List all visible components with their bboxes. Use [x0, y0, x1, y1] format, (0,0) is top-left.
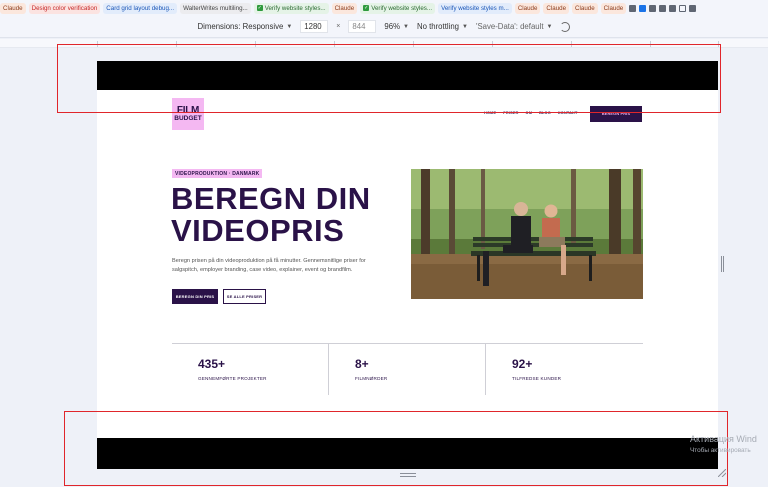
see-all-prices-button[interactable]: SE ALLE PRISER: [223, 289, 266, 304]
stat-film-nerds: 8+ FILMNØRDER: [328, 343, 485, 395]
bookmark-label: Verify website styles m...: [441, 4, 509, 12]
watermark-line2: Чтобы активировать: [690, 447, 751, 454]
bookmark-label: Design color verification: [31, 4, 98, 12]
save-data-dropdown[interactable]: 'Save-Data': default ▼: [476, 22, 553, 31]
throttling-dropdown[interactable]: No throttling ▼: [417, 22, 468, 31]
bookmark-item[interactable]: Claude: [331, 2, 358, 14]
resize-handle-right[interactable]: [721, 256, 724, 272]
times-label: ×: [336, 23, 341, 30]
stat-label: FILMNØRDER: [355, 376, 388, 381]
bookmark-folder-icon[interactable]: [649, 4, 657, 12]
calculate-price-button[interactable]: BEREGN DIN PRIS: [172, 289, 218, 304]
bookmark-item[interactable]: Design color verification: [28, 2, 101, 14]
stat-label: GENNEMFØRTE PROJEKTER: [198, 376, 267, 381]
save-data-label: 'Save-Data': default: [475, 22, 544, 31]
device-toolbar: Dimensions: Responsive ▼ 1280 × 844 96% …: [0, 16, 768, 38]
chevron-down-icon: ▼: [546, 23, 553, 30]
hero-headline: BEREGN DIN VIDEOPRIS: [171, 183, 371, 247]
bookmark-item[interactable]: ✓ Verify website styles...: [253, 2, 329, 14]
stat-label: TILFREDSE KUNDER: [512, 376, 562, 381]
hero-tag: VIDEOPRODUKTION · DANMARK: [172, 169, 263, 178]
bookmark-folder-icon[interactable]: [679, 4, 687, 12]
chevron-down-icon: ▼: [286, 23, 293, 30]
zoom-dropdown[interactable]: 96% ▼: [384, 22, 409, 31]
stat-projects: 435+ GENNEMFØRTE PROJEKTER: [172, 343, 328, 395]
bookmark-folder-icon[interactable]: [659, 4, 667, 12]
zoom-label: 96%: [384, 22, 400, 31]
dimensions-label: Dimensions: Responsive: [197, 22, 284, 31]
hero-photo: [411, 169, 643, 299]
device-viewport: FILM BUDGET HOME PRISER OM BLOG KONTAKT …: [97, 61, 718, 469]
windows-activation-watermark: Активация Wind Чтобы активировать: [690, 433, 757, 457]
bookmark-label: Verify website styles...: [264, 4, 326, 12]
stat-value: 8+: [355, 357, 369, 371]
bookmark-item[interactable]: WalterWrites multiling...: [180, 2, 251, 14]
bookmark-item[interactable]: Claude: [0, 2, 26, 14]
bookmark-label: Claude: [575, 4, 595, 12]
bookmark-item[interactable]: Claude: [600, 2, 627, 14]
bookmark-label: WalterWrites multiling...: [183, 4, 248, 12]
bookmark-folder-icon[interactable]: [689, 4, 697, 12]
bookmark-label: Verify website styles...: [371, 4, 433, 12]
stat-happy-clients: 92+ TILFREDSE KUNDER: [485, 343, 643, 395]
bookmark-item[interactable]: ✓ Verify website styles...: [360, 2, 436, 14]
bookmark-label: Claude: [517, 4, 538, 12]
hero-lead: Beregn prisen på din videoproduktion på …: [172, 258, 366, 273]
watermark-line1: Активация Wind: [690, 434, 757, 444]
bookmark-label: Card grid layout debug...: [106, 4, 175, 12]
bookmark-label: Claude: [546, 4, 567, 12]
bookmark-folder-icon[interactable]: [639, 4, 647, 12]
throttling-label: No throttling: [416, 22, 459, 31]
bookmark-item[interactable]: Claude: [514, 2, 541, 14]
resize-corner-icon[interactable]: [718, 469, 726, 477]
stat-value: 435+: [198, 357, 226, 371]
bookmark-item[interactable]: Card grid layout debug...: [103, 2, 178, 14]
chevron-down-icon: ▼: [462, 23, 468, 30]
height-input[interactable]: 844: [348, 20, 377, 33]
headline-line2: VIDEOPRIS: [171, 213, 345, 248]
stat-value: 92+: [512, 357, 533, 371]
bookmarks-bar: Claude Design color verification Card grid…: [0, 0, 768, 16]
check-icon: ✓: [256, 5, 263, 11]
logo-line2: BUDGET: [174, 114, 202, 122]
bookmark-item[interactable]: Claude: [572, 2, 598, 14]
annotation-box-bottom: [64, 411, 728, 486]
bookmark-item[interactable]: Verify website styles m...: [438, 2, 512, 14]
bookmark-label: Claude: [334, 4, 355, 12]
rotate-icon[interactable]: [560, 21, 571, 32]
check-icon: ✓: [363, 5, 370, 11]
headline-line1: BEREGN DIN: [171, 181, 371, 216]
bookmark-label: Claude: [603, 4, 624, 12]
dimensions-dropdown[interactable]: Dimensions: Responsive ▼: [198, 22, 293, 31]
width-input[interactable]: 1280: [300, 20, 329, 33]
bookmark-folder-icon[interactable]: [629, 4, 637, 12]
chevron-down-icon: ▼: [403, 23, 409, 30]
bookmark-folder-icon[interactable]: [669, 4, 677, 12]
annotation-box-top: [57, 44, 721, 113]
bookmark-item[interactable]: Claude: [543, 2, 570, 14]
resize-handle-bottom[interactable]: [400, 473, 416, 477]
bookmark-label: Claude: [3, 4, 23, 12]
